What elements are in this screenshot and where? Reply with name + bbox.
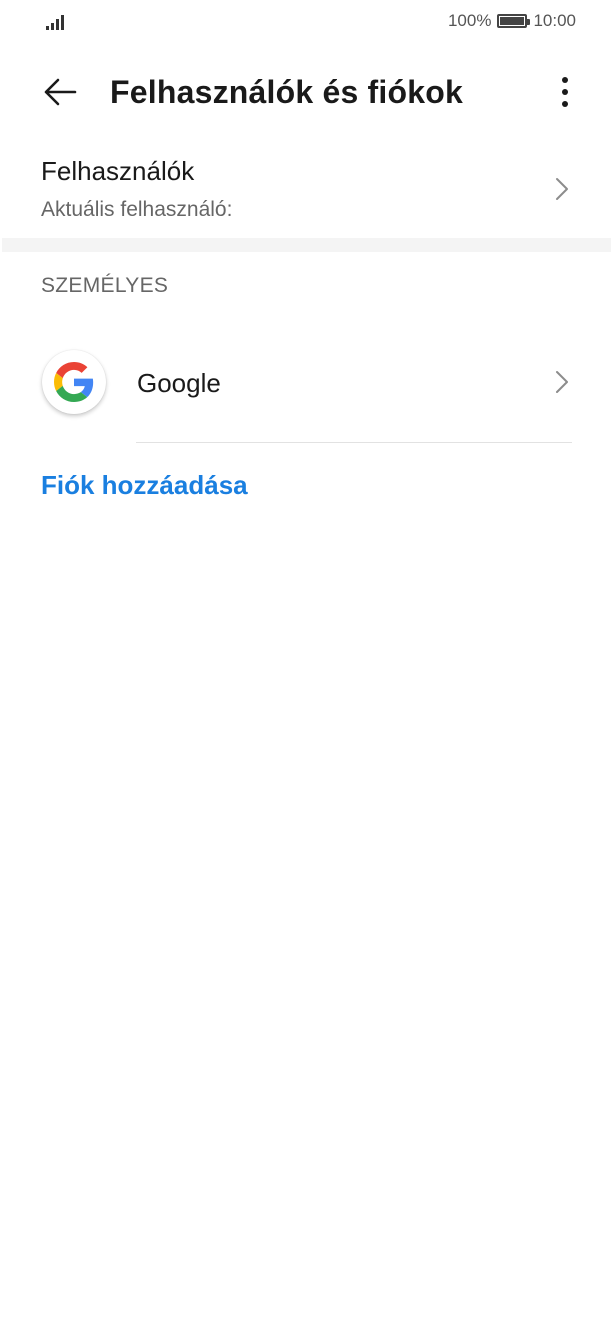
more-vertical-icon	[562, 77, 568, 83]
section-header: SZEMÉLYES	[41, 274, 169, 297]
row-divider	[136, 442, 572, 443]
users-title: Felhasználók	[41, 156, 195, 186]
users-subtitle: Aktuális felhasználó:	[41, 198, 233, 221]
app-bar: Felhasználók és fiókok	[0, 56, 613, 128]
account-row-google[interactable]: Google	[0, 340, 613, 430]
chevron-right-icon	[556, 178, 568, 200]
status-right: 100% 10:00	[448, 10, 576, 32]
battery-percent: 100%	[447, 11, 492, 30]
users-row[interactable]: Felhasználók Aktuális felhasználó:	[0, 138, 613, 238]
google-icon	[42, 350, 106, 414]
back-button[interactable]	[36, 72, 84, 112]
back-arrow-icon	[44, 78, 77, 106]
add-account-link[interactable]: Fiók hozzáadása	[41, 470, 248, 501]
section-divider	[2, 238, 611, 252]
page-title: Felhasználók és fiókok	[110, 74, 463, 110]
status-time: 10:00	[533, 11, 576, 30]
signal-icon	[46, 12, 68, 30]
chevron-right-icon	[556, 371, 568, 393]
account-label: Google	[137, 368, 221, 398]
more-options-button[interactable]	[549, 70, 581, 114]
battery-icon	[497, 14, 531, 28]
status-bar: 100% 10:00	[0, 0, 613, 44]
